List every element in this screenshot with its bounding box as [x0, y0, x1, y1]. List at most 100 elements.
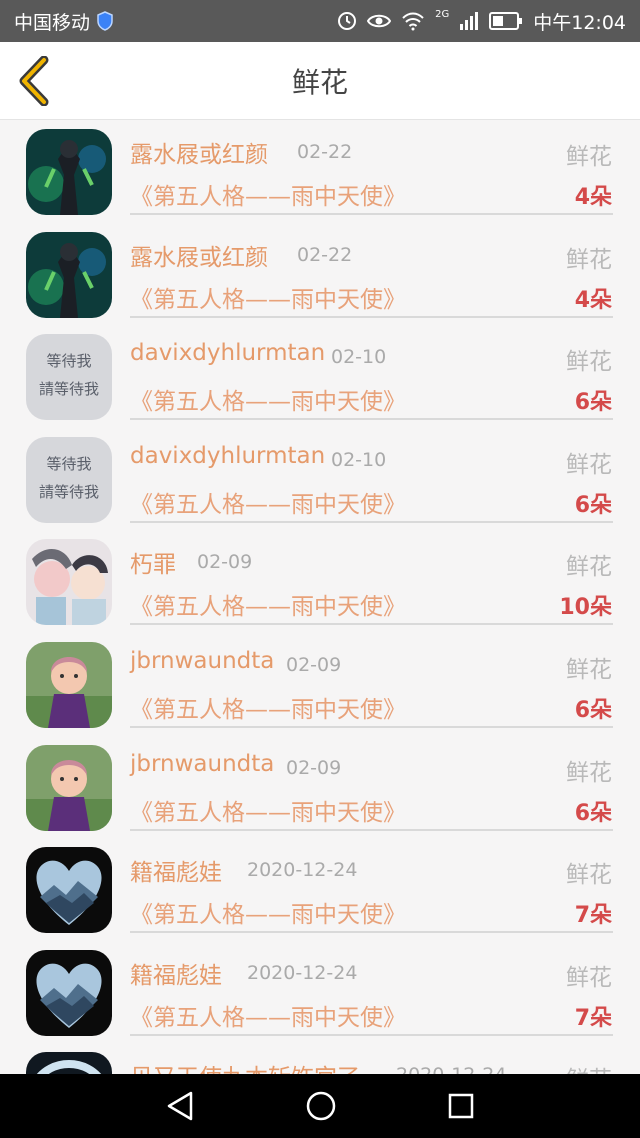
book-title[interactable]: 《第五人格——雨中天使》 [130, 382, 406, 416]
gift-type: 鲜花 [566, 554, 612, 581]
book-title[interactable]: 《第五人格——雨中天使》 [130, 895, 406, 929]
carrier: 中国移动 [14, 8, 114, 35]
avatar[interactable] [26, 949, 112, 1036]
date: 02-09 [286, 756, 342, 779]
network-type: 2G [435, 8, 450, 20]
clock-alarm-icon [338, 12, 357, 30]
avatar[interactable] [26, 1052, 112, 1074]
battery-icon [489, 12, 523, 30]
carrier-name: 中国移动 [14, 11, 91, 34]
wifi-icon [402, 12, 424, 31]
date: 02-10 [331, 346, 387, 369]
book-title[interactable]: 《第五人格——雨中天使》 [130, 485, 406, 519]
date: 2020-12-24 [247, 961, 358, 984]
user-name[interactable]: jbrnwaundta [130, 648, 274, 674]
eye-icon [367, 14, 392, 28]
gift-type: 鲜花 [566, 862, 612, 889]
list-item[interactable]: 等待我 請等待我 davixdyhlurmtan 02-10 鲜花 《第五人格—… [0, 429, 640, 532]
flower-count: 4朵 [574, 287, 612, 313]
flower-count: 7朵 [574, 1005, 612, 1031]
date: 02-22 [297, 141, 353, 163]
flower-record-list[interactable]: 露水屐或红颜 02-22 鲜花 《第五人格——雨中天使》 4朵 露水屐或红颜 0… [0, 121, 640, 1074]
list-item[interactable]: 朽罪 02-09 鲜花 《第五人格——雨中天使》 10朵 [0, 531, 640, 634]
flower-count: 4朵 [574, 185, 612, 210]
avatar[interactable] [26, 129, 112, 215]
divider [130, 1033, 613, 1036]
avatar[interactable] [26, 744, 112, 831]
avatar[interactable]: 等待我 請等待我 [26, 436, 112, 523]
user-name[interactable]: jbrnwaundta [130, 751, 274, 777]
divider [130, 418, 613, 421]
list-item[interactable]: 露水屐或红颜 02-22 鲜花 《第五人格——雨中天使》 4朵 [0, 224, 640, 327]
gift-type: 鲜花 [566, 144, 612, 170]
user-name[interactable]: 籍福彪娃 [130, 956, 222, 990]
gift-type: 鲜花 [566, 451, 612, 478]
book-title[interactable]: 《第五人格——雨中天使》 [130, 177, 406, 211]
gift-type: 鲜花 [566, 964, 612, 991]
avatar[interactable] [26, 231, 112, 318]
divider [130, 725, 613, 728]
flower-count: 6朵 [574, 697, 612, 723]
date: 02-09 [286, 653, 342, 676]
date: 2020-12-24 [247, 859, 358, 882]
status-icons: 2G 中午12:04 [337, 8, 626, 35]
divider [130, 623, 613, 626]
avatar[interactable]: 等待我 請等待我 [26, 334, 112, 421]
user-name[interactable]: davixdyhlurmtan [130, 340, 325, 366]
flower-count: 7朵 [574, 903, 612, 929]
avatar-text: 等待我 [46, 455, 91, 473]
avatar[interactable] [26, 539, 112, 626]
triangle-back-icon[interactable] [165, 1090, 195, 1122]
gift-type: 鲜花 [566, 349, 612, 376]
status-time: 中午12:04 [533, 11, 626, 34]
user-name[interactable]: 露水屐或红颜 [130, 238, 268, 272]
date: 02-09 [197, 551, 253, 574]
avatar[interactable] [26, 641, 112, 728]
gift-type: 鲜花 [566, 1060, 612, 1074]
header: 鲜花 [0, 42, 640, 120]
gift-type: 鲜花 [566, 656, 612, 683]
list-item[interactable]: jbrnwaundta 02-09 鲜花 《第五人格——雨中天使》 6朵 [0, 737, 640, 840]
user-name[interactable]: 籍福彪娃 [130, 853, 222, 887]
avatar-text: 請等待我 [39, 483, 99, 501]
page-title: 鲜花 [291, 65, 348, 99]
flower-count: 6朵 [574, 800, 612, 826]
gift-type: 鲜花 [566, 759, 612, 786]
book-title[interactable]: 《第五人格——雨中天使》 [130, 690, 406, 724]
square-recent-icon[interactable] [447, 1092, 475, 1120]
circle-home-icon[interactable] [305, 1090, 337, 1122]
shield-icon [97, 11, 113, 31]
avatar-text: 請等待我 [39, 380, 99, 398]
flower-count: 6朵 [574, 492, 612, 518]
gift-type: 鲜花 [566, 246, 612, 273]
date: 02-22 [297, 243, 353, 266]
date: 2020-12-24 [396, 1064, 506, 1074]
flower-count: 10朵 [559, 595, 612, 621]
user-name[interactable]: davixdyhlurmtan [130, 443, 325, 469]
divider [130, 828, 613, 831]
divider [130, 213, 613, 215]
list-item[interactable]: 籍福彪娃 2020-12-24 鲜花 《第五人格——雨中天使》 7朵 [0, 942, 640, 1045]
user-name[interactable]: 贝又天使九本斩饰宫了 [130, 1058, 360, 1074]
list-item[interactable]: 贝又天使九本斩饰宫了 2020-12-24 鲜花 [0, 1044, 640, 1074]
divider [130, 520, 613, 523]
divider [130, 315, 613, 318]
list-item[interactable]: 露水屐或红颜 02-22 鲜花 《第五人格——雨中天使》 4朵 [0, 121, 640, 224]
book-title[interactable]: 《第五人格——雨中天使》 [130, 793, 406, 827]
flower-count: 6朵 [574, 390, 612, 416]
user-name[interactable]: 露水屐或红颜 [130, 135, 268, 169]
status-bar: 中国移动 2G 中午12:04 [0, 0, 640, 42]
divider [130, 931, 613, 934]
list-item[interactable]: 等待我 請等待我 davixdyhlurmtan 02-10 鲜花 《第五人格—… [0, 326, 640, 429]
chevron-left-icon[interactable] [14, 56, 54, 106]
book-title[interactable]: 《第五人格——雨中天使》 [130, 280, 406, 314]
user-name[interactable]: 朽罪 [130, 545, 176, 579]
book-title[interactable]: 《第五人格——雨中天使》 [130, 998, 406, 1032]
signal-icon [460, 12, 479, 30]
avatar-text: 等待我 [46, 352, 91, 370]
avatar[interactable] [26, 847, 112, 934]
list-item[interactable]: 籍福彪娃 2020-12-24 鲜花 《第五人格——雨中天使》 7朵 [0, 839, 640, 942]
book-title[interactable]: 《第五人格——雨中天使》 [130, 587, 406, 621]
list-item[interactable]: jbrnwaundta 02-09 鲜花 《第五人格——雨中天使》 6朵 [0, 634, 640, 737]
date: 02-10 [331, 448, 387, 471]
